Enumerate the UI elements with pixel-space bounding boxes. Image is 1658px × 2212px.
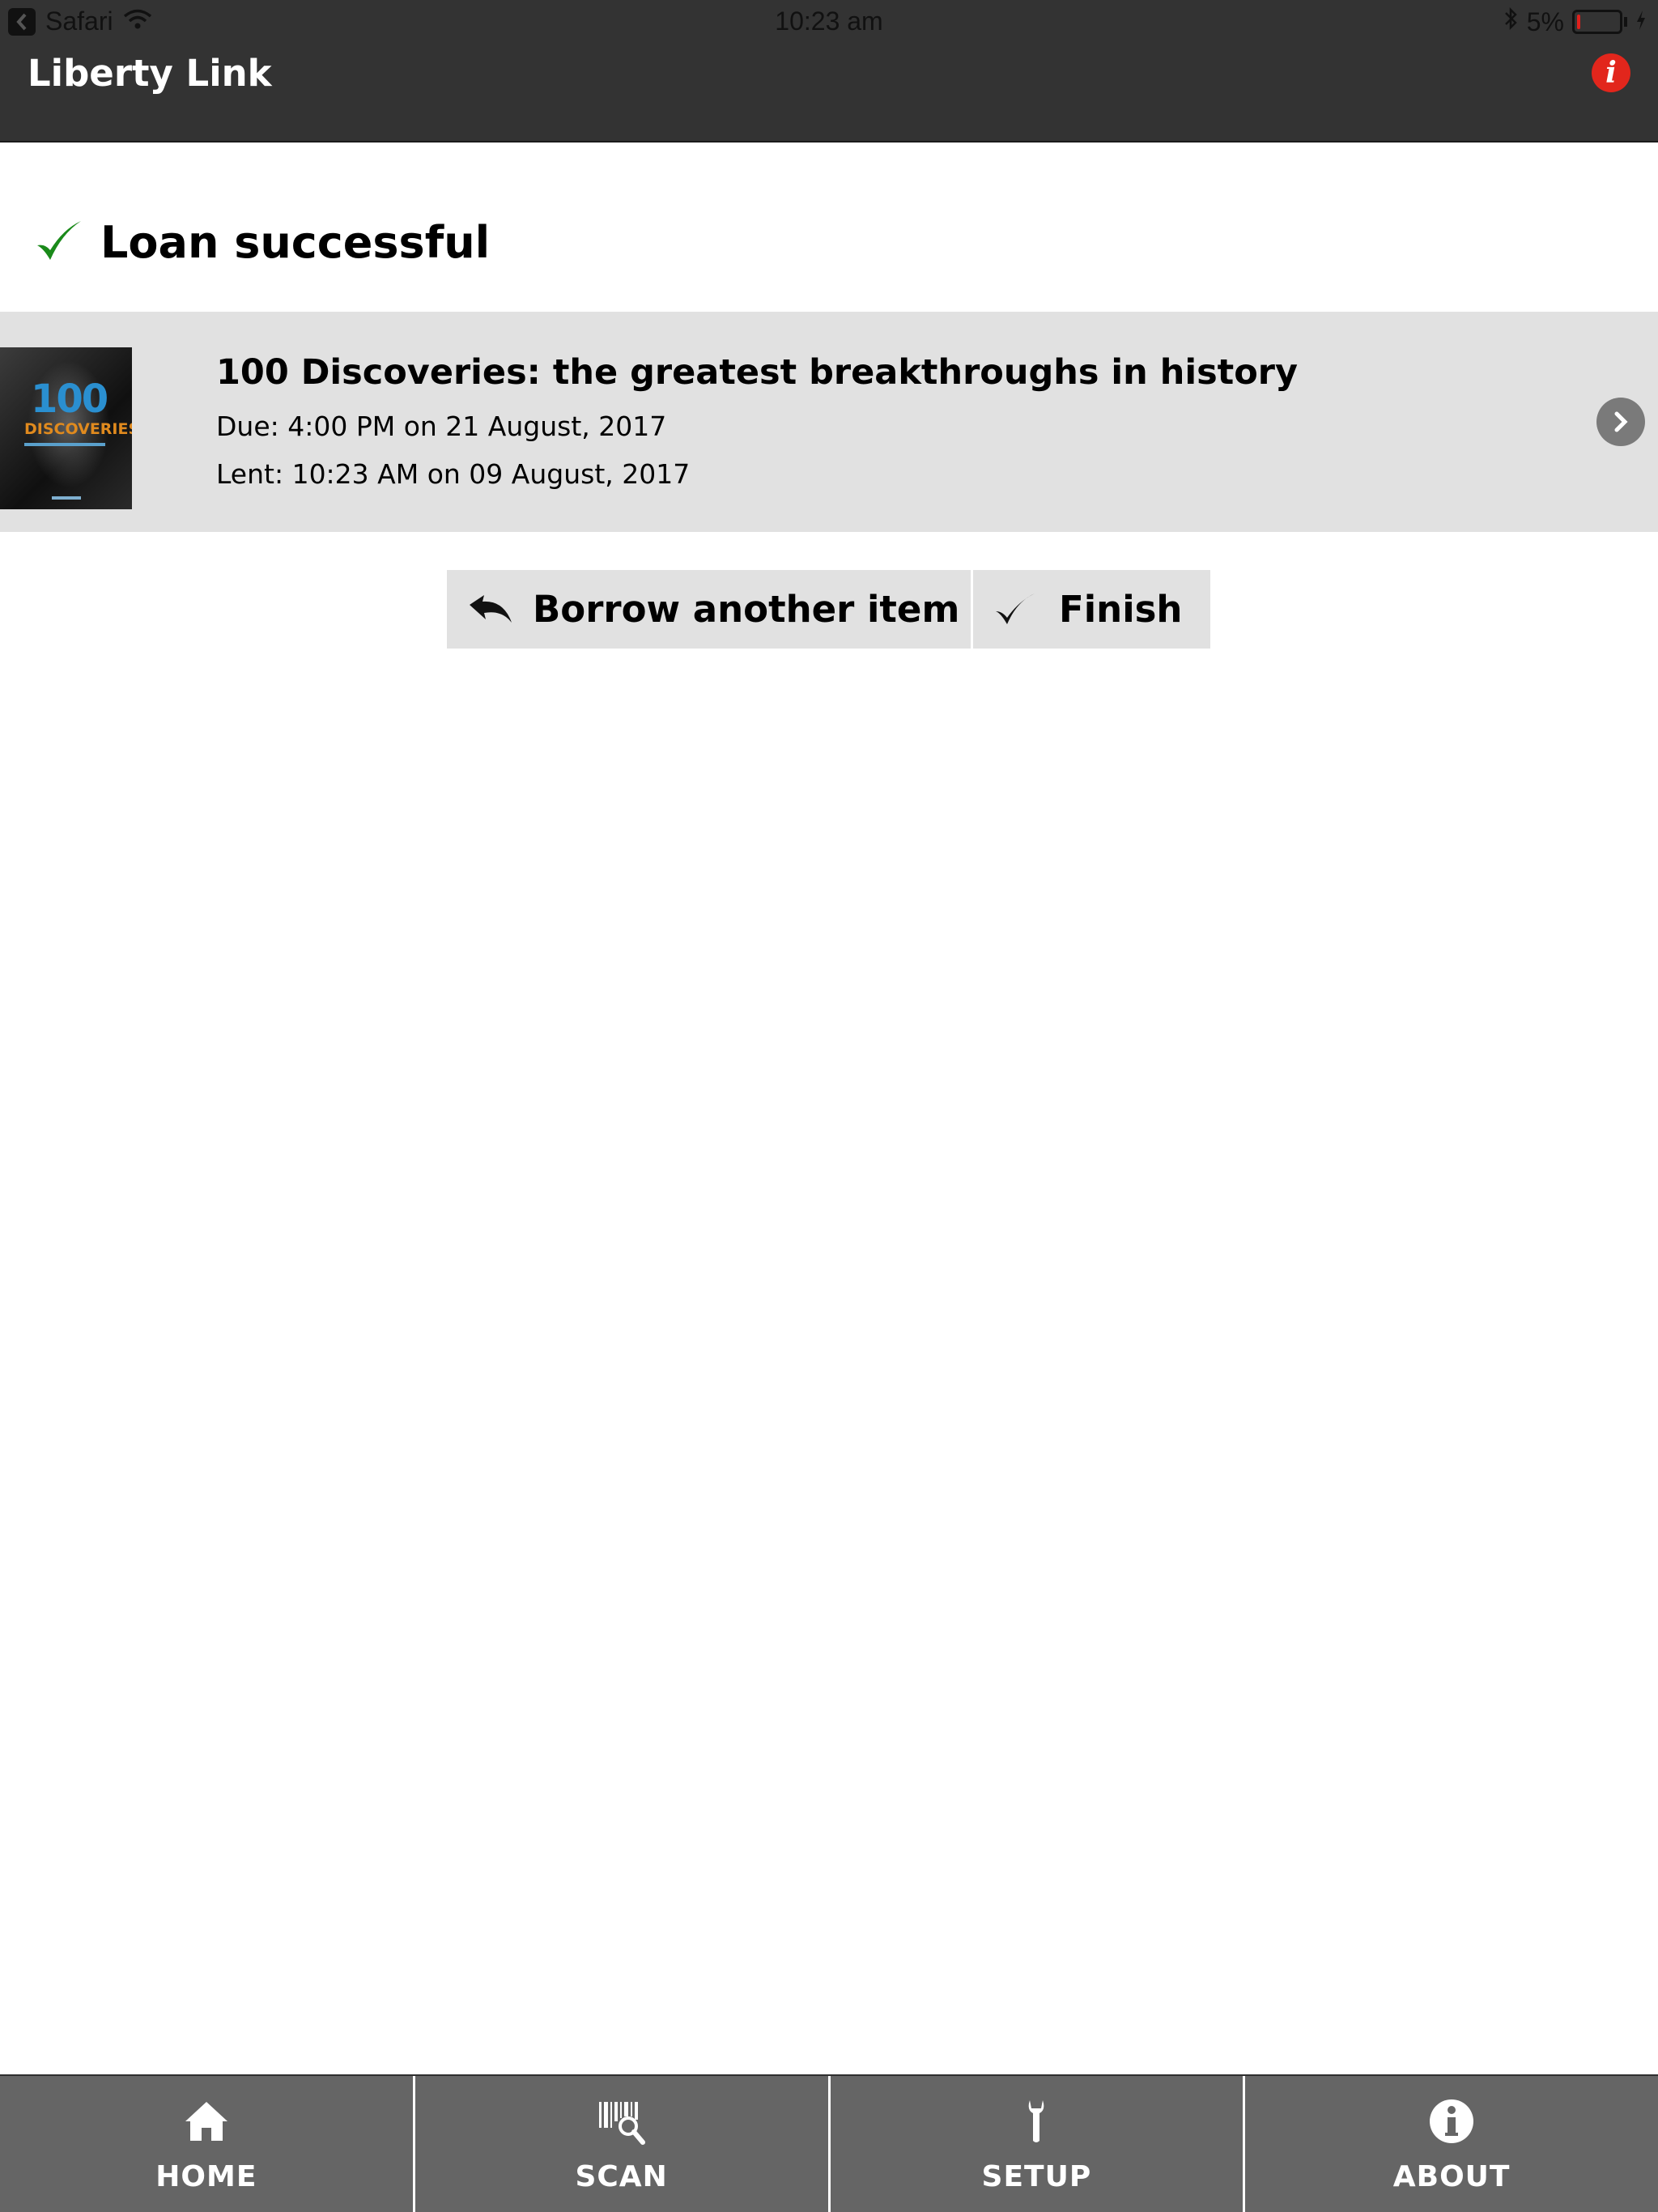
loan-status: Loan successful <box>34 217 490 268</box>
undo-arrow-icon <box>470 594 512 623</box>
item-lent-date: Lent: 10:23 AM on 09 August, 2017 <box>216 458 691 490</box>
tab-home-label: HOME <box>155 2160 257 2193</box>
action-buttons: Borrow another item Finish <box>447 570 1210 649</box>
battery-percent: 5% <box>1526 6 1564 36</box>
charging-bolt-icon <box>1635 7 1647 37</box>
chevron-right-icon[interactable] <box>1596 398 1645 446</box>
status-bar: Safari 10:23 am 5% <box>0 0 1658 42</box>
book-cover-word: DISCOVERIES <box>24 420 132 438</box>
checkmark-icon <box>37 220 81 260</box>
tab-setup[interactable]: SETUP <box>831 2076 1246 2212</box>
app-header: Liberty Link i <box>0 42 1658 143</box>
finish-button[interactable]: Finish <box>973 570 1210 649</box>
loan-status-message: Loan successful <box>100 217 491 268</box>
tab-home[interactable]: HOME <box>0 2076 415 2212</box>
borrow-another-button[interactable]: Borrow another item <box>447 570 973 649</box>
book-cover: 100 DISCOVERIES <box>0 347 132 509</box>
borrow-another-label: Borrow another item <box>533 588 960 631</box>
home-icon <box>185 2102 227 2141</box>
wrench-icon <box>1029 2100 1044 2142</box>
tab-bar: HOME SCAN SETUP ABOUT <box>0 2074 1658 2212</box>
tab-about[interactable]: ABOUT <box>1245 2076 1658 2212</box>
barcode-scan-icon <box>598 2102 645 2145</box>
bluetooth-icon <box>1503 6 1519 37</box>
item-due-date: Due: 4:00 PM on 21 August, 2017 <box>216 410 667 442</box>
checkmark-icon <box>996 593 1035 624</box>
tab-about-label: ABOUT <box>1392 2160 1511 2193</box>
info-icon[interactable]: i <box>1592 53 1630 92</box>
tab-setup-label: SETUP <box>981 2160 1092 2193</box>
tab-scan-label: SCAN <box>575 2160 668 2193</box>
tab-scan[interactable]: SCAN <box>415 2076 831 2212</box>
finish-label: Finish <box>1059 588 1183 631</box>
book-cover-number: 100 <box>31 376 108 422</box>
status-time: 10:23 am <box>775 6 883 36</box>
page-title: Liberty Link <box>28 52 272 95</box>
battery-icon <box>1572 10 1622 34</box>
loan-item-row[interactable]: 100 DISCOVERIES 100 Discoveries: the gre… <box>0 312 1658 532</box>
item-title: 100 Discoveries: the greatest breakthrou… <box>216 352 1299 393</box>
info-icon <box>1430 2099 1474 2143</box>
